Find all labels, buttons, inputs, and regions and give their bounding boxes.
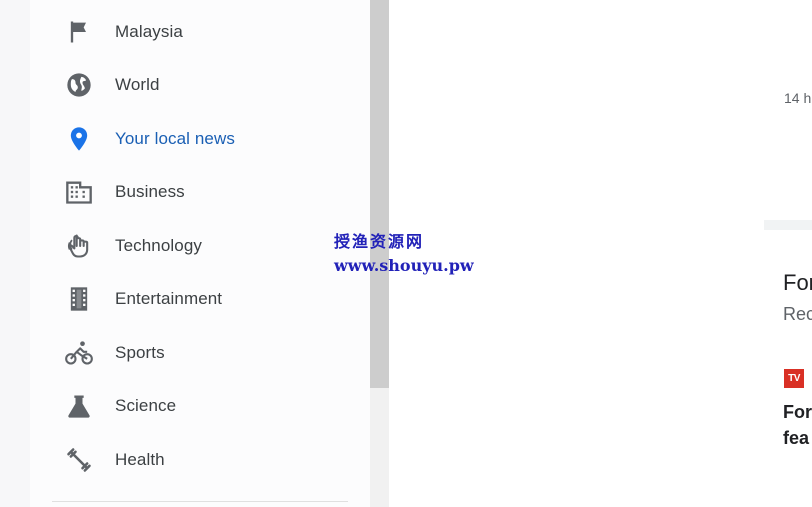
sidebar-item-malaysia[interactable]: Malaysia xyxy=(30,12,360,52)
sidebar-item-label: Malaysia xyxy=(115,22,183,41)
card-subtitle: Rec xyxy=(783,304,812,324)
google-news-page: Malaysia World Your local news Business … xyxy=(0,0,812,507)
sidebar-item-label: Technology xyxy=(115,236,203,255)
technology-hand-icon xyxy=(64,231,94,261)
left-margin xyxy=(0,0,30,507)
flag-icon xyxy=(64,17,94,47)
watermark-url: www.shouyu.pw xyxy=(334,256,474,275)
sidebar-item-business[interactable]: Business xyxy=(30,172,360,212)
sidebar-item-local-news[interactable]: Your local news xyxy=(30,119,360,159)
article-headline-continued[interactable]: fea xyxy=(783,428,809,449)
sidebar-item-technology[interactable]: Technology xyxy=(30,226,360,266)
sidebar-item-label: Business xyxy=(115,182,185,201)
watermark: 授渔资源网 www.shouyu.pw xyxy=(334,230,494,278)
location-pin-icon xyxy=(64,124,94,154)
film-icon xyxy=(64,284,94,314)
sidebar-item-label: Health xyxy=(115,450,165,469)
card-separator xyxy=(764,220,812,230)
watermark-title: 授渔资源网 xyxy=(334,232,425,251)
article-timestamp: 14 h xyxy=(784,90,812,106)
sidebar-item-world[interactable]: World xyxy=(30,65,360,105)
bicycle-icon xyxy=(64,338,94,368)
sidebar-divider xyxy=(52,501,348,502)
sidebar-item-label: Entertainment xyxy=(115,289,223,308)
card-title[interactable]: For xyxy=(783,270,812,296)
globe-icon xyxy=(64,70,94,100)
sidebar-item-health[interactable]: Health xyxy=(30,440,360,480)
sidebar-item-label: World xyxy=(115,75,160,94)
sidebar-item-label: Science xyxy=(115,396,177,415)
sidebar-item-label: Sports xyxy=(115,343,165,362)
building-icon xyxy=(64,177,94,207)
sidebar-item-science[interactable]: Science xyxy=(30,386,360,426)
source-logo: TV xyxy=(784,369,804,388)
sidebar-item-label: Your local news xyxy=(115,129,235,148)
article-headline[interactable]: For xyxy=(783,402,812,423)
sidebar-scrollbar-thumb[interactable] xyxy=(370,0,389,388)
flask-icon xyxy=(64,391,94,421)
dumbbell-icon xyxy=(64,445,94,475)
sidebar-item-entertainment[interactable]: Entertainment xyxy=(30,279,360,319)
sidebar-item-sports[interactable]: Sports xyxy=(30,333,360,373)
